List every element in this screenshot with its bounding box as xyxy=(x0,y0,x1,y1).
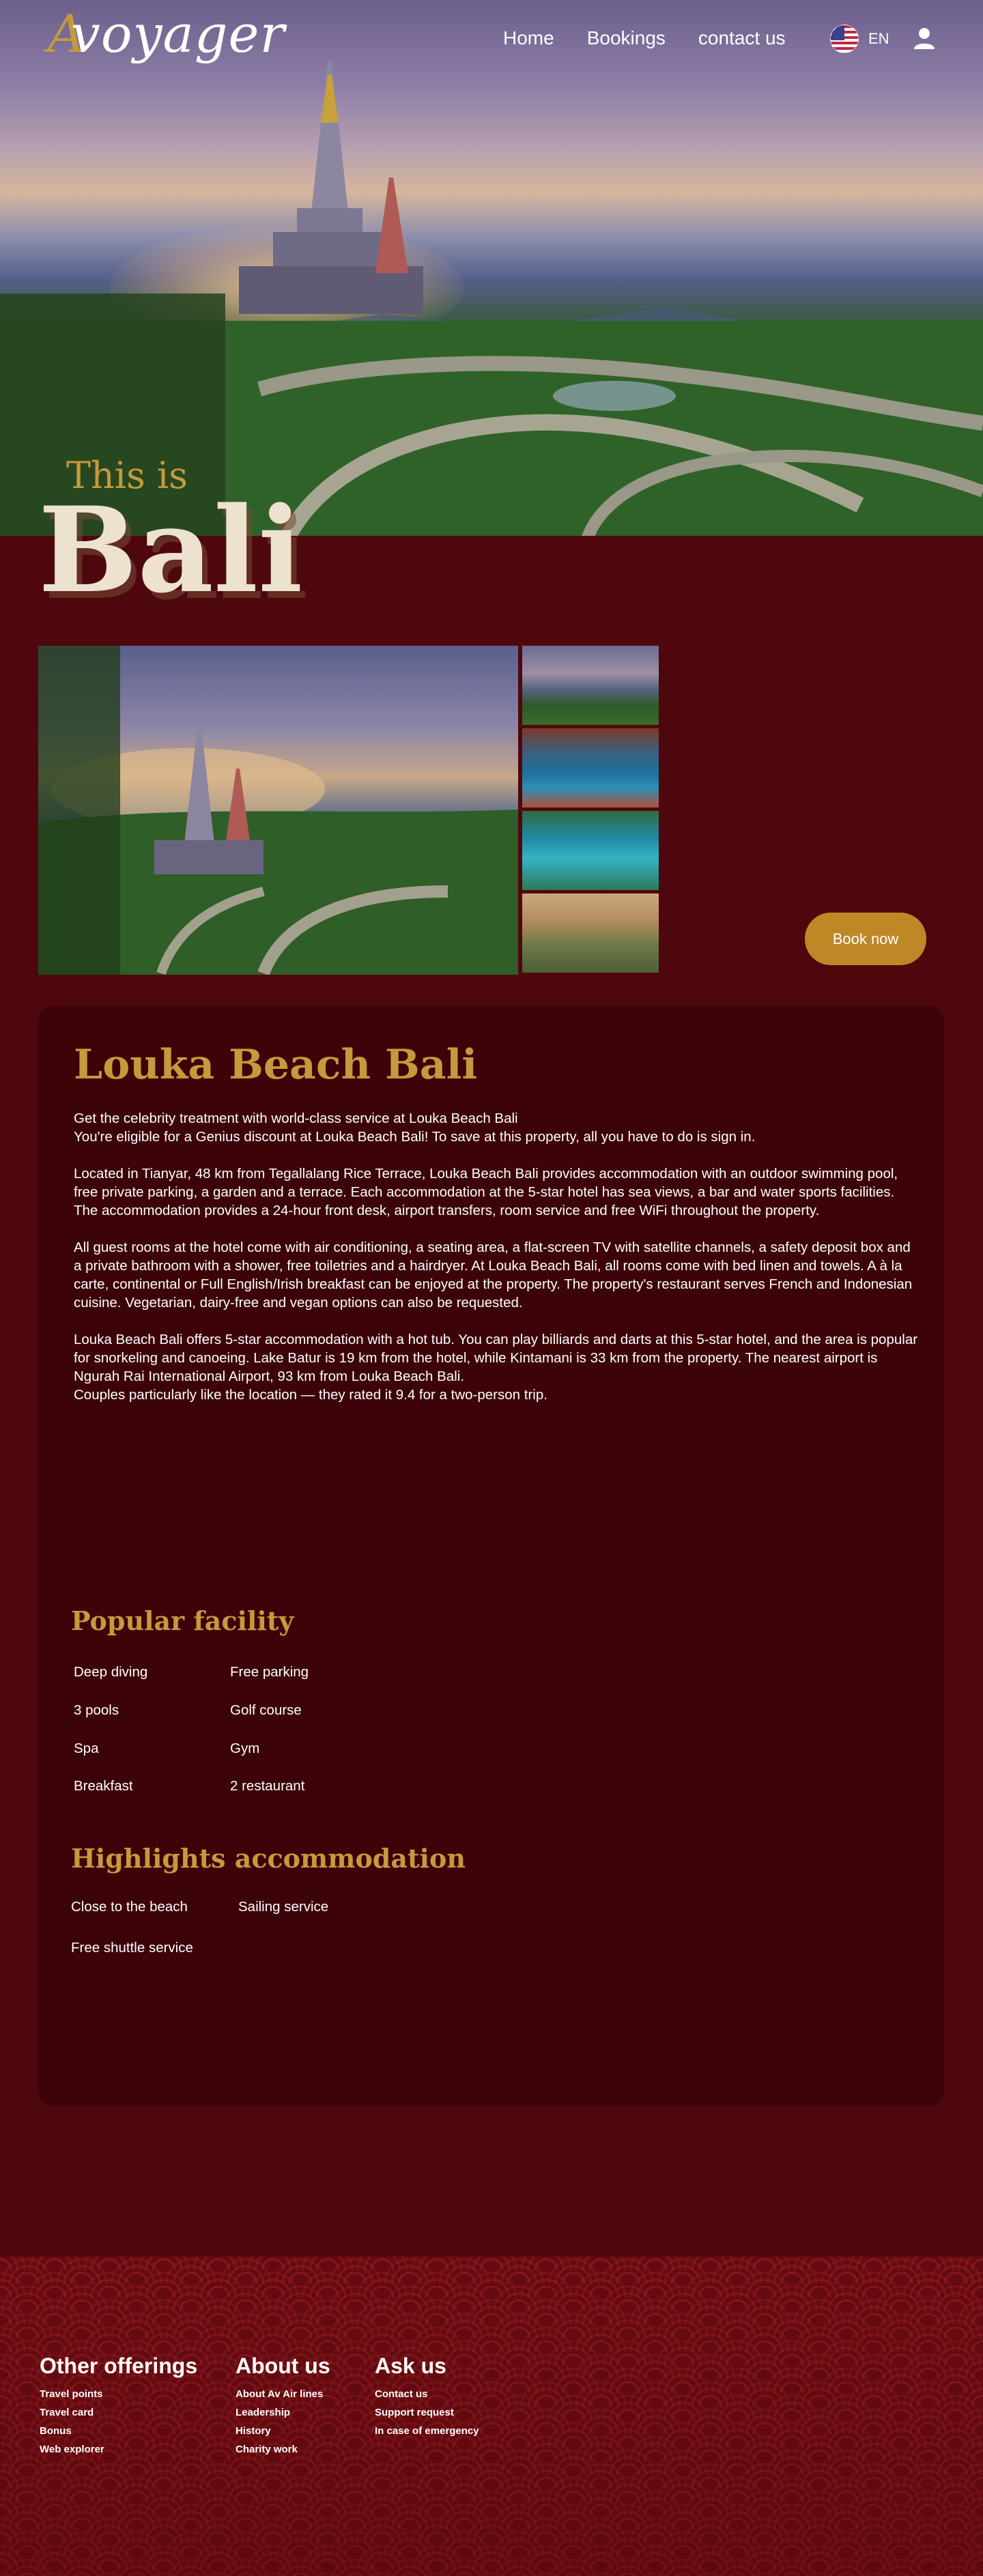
footer-link[interactable]: Charity work xyxy=(236,2440,330,2459)
highlight-item: Free shuttle service xyxy=(71,1940,193,1956)
footer-column-ask-us: Ask us Contact us Support request In cas… xyxy=(375,2352,479,2440)
language-selector[interactable]: EN xyxy=(830,25,889,53)
facility-item: Free parking xyxy=(230,1664,309,1680)
nav-contact-us[interactable]: contact us xyxy=(698,26,786,51)
description-paragraph: Get the celebrity treatment with world-c… xyxy=(74,1111,756,1145)
footer-link[interactable]: Travel card xyxy=(40,2403,197,2422)
footer-link[interactable]: Bonus xyxy=(40,2422,197,2440)
highlight-item: Sailing service xyxy=(238,1899,329,1915)
highlight-item: Close to the beach xyxy=(71,1899,188,1915)
facility-item: Gym xyxy=(230,1741,260,1756)
description-paragraph: All guest rooms at the hotel come with a… xyxy=(74,1240,913,1311)
gallery-thumb-temple[interactable] xyxy=(522,646,659,725)
footer-link[interactable]: Contact us xyxy=(375,2385,479,2403)
facility-item: Golf course xyxy=(230,1702,302,1718)
facility-item: Breakfast xyxy=(74,1778,133,1794)
language-label: EN xyxy=(868,30,889,47)
footer-link[interactable]: Support request xyxy=(375,2403,479,2422)
hero-title: Bali xyxy=(38,481,303,619)
footer-link[interactable]: Web explorer xyxy=(40,2440,197,2459)
description-paragraph: Louka Beach Bali offers 5-star accommoda… xyxy=(74,1332,918,1403)
nav-home[interactable]: Home xyxy=(503,26,554,51)
temple-main-illustration xyxy=(38,646,518,975)
gallery-thumb-hotel[interactable] xyxy=(522,893,659,973)
footer-column-title: Ask us xyxy=(375,2353,446,2378)
footer-column-about-us: About us About Av Air lines Leadership H… xyxy=(236,2352,330,2459)
us-flag-icon xyxy=(830,25,859,53)
main-nav: Home Bookings contact us xyxy=(503,26,818,51)
gallery-thumb-pool[interactable] xyxy=(522,728,659,807)
logo[interactable]: Avoyager xyxy=(48,8,285,60)
footer-link[interactable]: History xyxy=(236,2422,330,2440)
description-paragraph: Located in Tianyar, 48 km from Tegallala… xyxy=(74,1166,898,1218)
book-now-button[interactable]: Book now xyxy=(805,913,926,965)
nav-bookings[interactable]: Bookings xyxy=(587,26,666,51)
logo-text: voyager xyxy=(70,3,285,64)
facility-item: 3 pools xyxy=(74,1702,119,1718)
user-icon[interactable] xyxy=(912,26,937,51)
footer-link[interactable]: Leadership xyxy=(236,2403,330,2422)
facility-item: Deep diving xyxy=(74,1664,148,1680)
temple-pagoda xyxy=(239,61,423,314)
footer-column-title: About us xyxy=(236,2353,330,2378)
footer-column-other-offerings: Other offerings Travel points Travel car… xyxy=(40,2352,197,2459)
footer-link[interactable]: Travel points xyxy=(40,2385,197,2403)
footer-link[interactable]: In case of emergency xyxy=(375,2422,479,2440)
hotel-description: Get the celebrity treatment with world-c… xyxy=(74,1109,920,1422)
facility-item: Spa xyxy=(74,1741,99,1756)
highlights-title: Highlights accommodation xyxy=(71,1843,466,1874)
gallery-main-image[interactable] xyxy=(38,646,518,975)
hotel-name: Louka Beach Bali xyxy=(74,1041,478,1089)
gallery-thumb-bay[interactable] xyxy=(522,811,659,890)
facility-item: 2 restaurant xyxy=(230,1778,305,1794)
footer-column-title: Other offerings xyxy=(40,2353,198,2378)
popular-facility-title: Popular facility xyxy=(71,1605,294,1636)
footer-link[interactable]: About Av Air lines xyxy=(236,2385,330,2403)
